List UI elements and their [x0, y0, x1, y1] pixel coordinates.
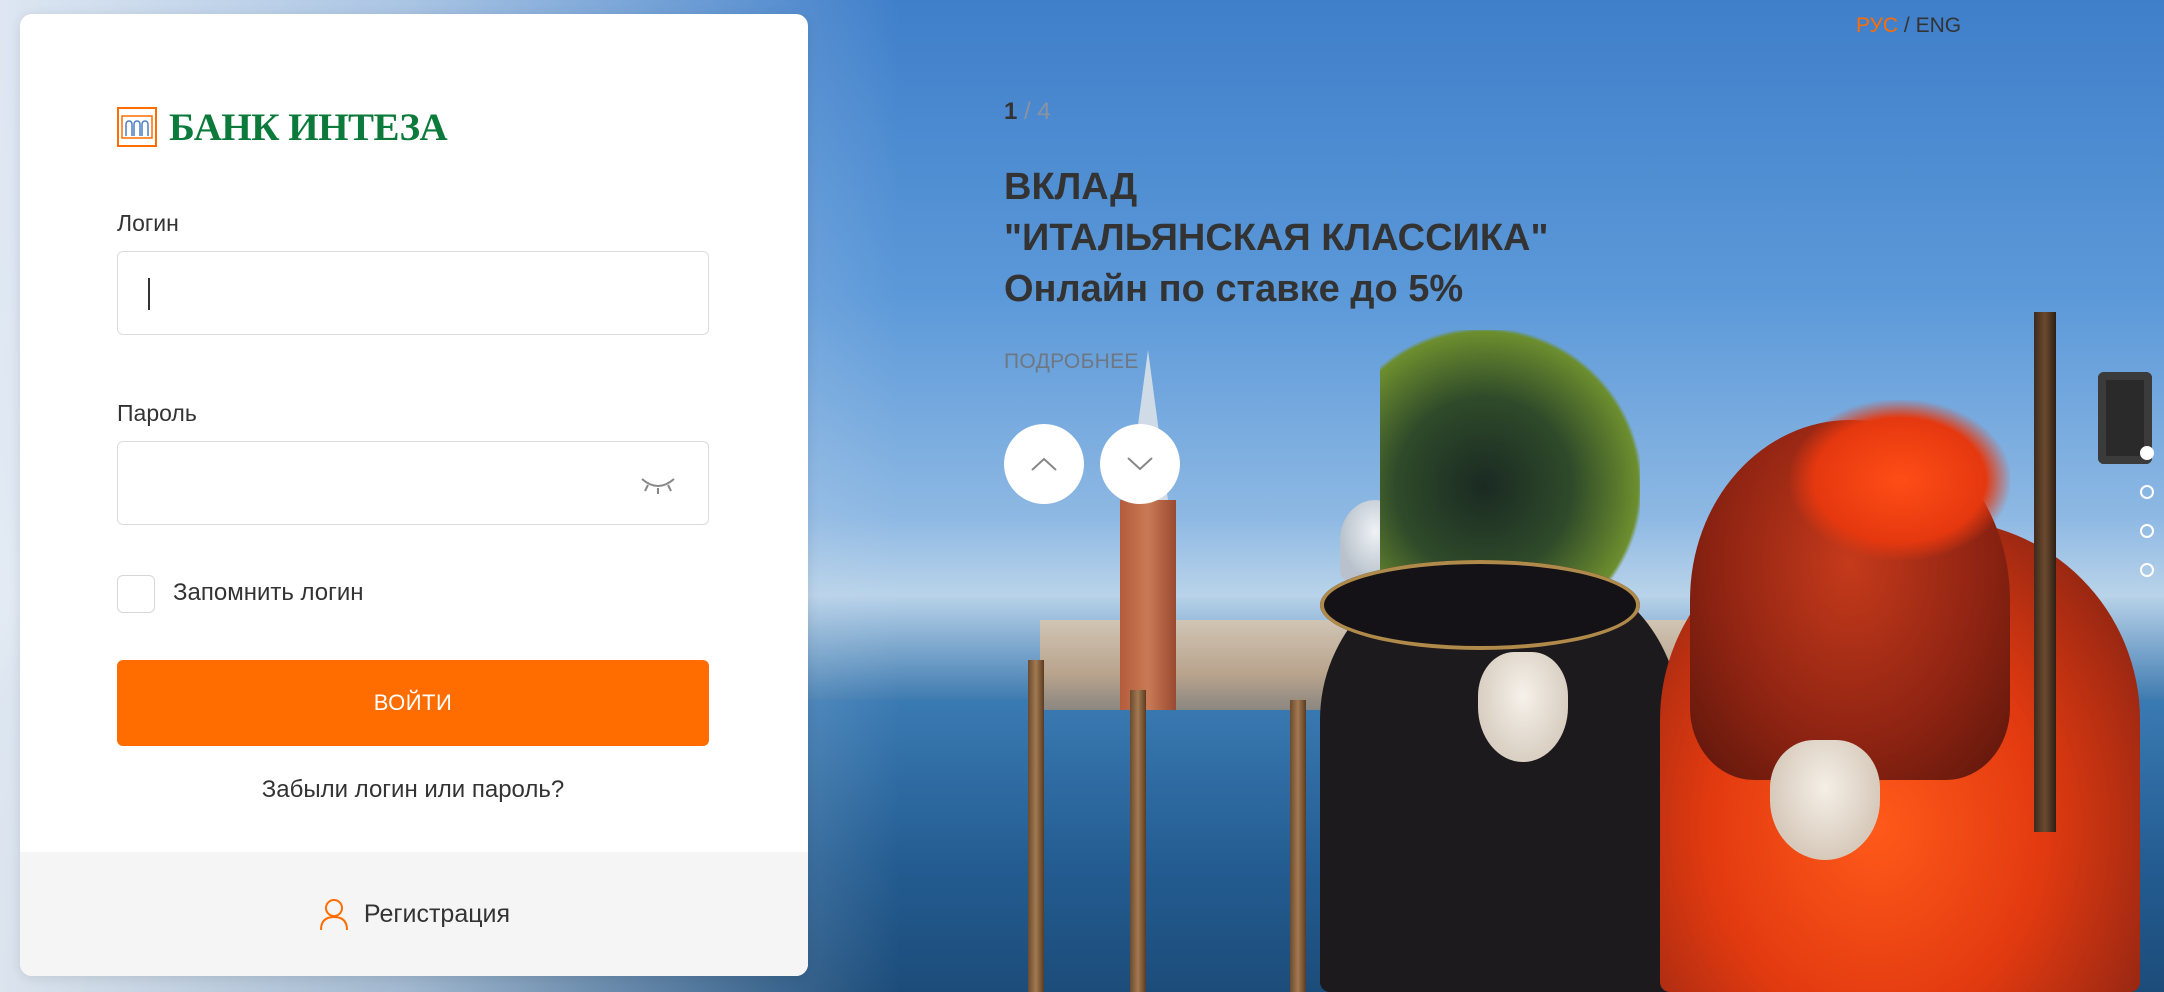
slide-dot-4[interactable]: [2140, 563, 2154, 577]
slide-total: / 4: [1024, 98, 1051, 125]
promo-more-link[interactable]: ПОДРОБНЕЕ: [1004, 350, 1139, 374]
promo-title-line2: "ИТАЛЬЯНСКАЯ КЛАССИКА": [1004, 217, 1549, 259]
chevron-up-icon: [1031, 457, 1057, 471]
language-en-link[interactable]: ENG: [1916, 14, 1962, 37]
forgot-credentials-link[interactable]: Забыли логин или пароль?: [117, 776, 709, 804]
slide-dot-2[interactable]: [2140, 485, 2154, 499]
bell-tower: [1120, 500, 1176, 710]
slider-prev-button[interactable]: [1004, 424, 1084, 504]
registration-bar[interactable]: Регистрация: [20, 852, 808, 976]
user-icon: [319, 899, 348, 931]
mooring-pole: [1130, 690, 1146, 992]
login-card: БАНК ИНТЕЗА Логин Пароль Запомнить логин…: [20, 14, 808, 976]
carnival-mask: [1770, 740, 1880, 860]
slider-next-button[interactable]: [1100, 424, 1180, 504]
language-separator: /: [1903, 14, 1910, 37]
bank-logo-text: БАНК ИНТЕЗА: [169, 105, 448, 149]
password-input[interactable]: [117, 441, 709, 525]
slide-dot-1[interactable]: [2140, 446, 2154, 460]
mooring-pole: [1290, 700, 1306, 992]
slide-dot-3[interactable]: [2140, 524, 2154, 538]
text-cursor: [148, 278, 150, 310]
carnival-mask: [1478, 652, 1568, 762]
bank-logo[interactable]: БАНК ИНТЕЗА: [117, 98, 448, 156]
promo-title-line1: ВКЛАД: [1004, 166, 1138, 208]
language-ru-link[interactable]: РУС: [1856, 14, 1898, 37]
tricorn-hat: [1320, 560, 1640, 650]
slide-current: 1: [1004, 98, 1018, 125]
slide-counter: 1 / 4: [1004, 98, 1051, 126]
mooring-pole: [1028, 660, 1044, 992]
promo-title-line3: Онлайн по ставке до 5%: [1004, 268, 1464, 310]
language-switch: РУС / ENG: [1856, 14, 1961, 38]
registration-link[interactable]: Регистрация: [364, 900, 510, 929]
password-label: Пароль: [117, 400, 197, 426]
remember-login-label[interactable]: Запомнить логин: [173, 579, 364, 607]
remember-login-checkbox[interactable]: [117, 575, 155, 613]
login-input[interactable]: [117, 251, 709, 335]
promo-headline: ВКЛАД "ИТАЛЬЯНСКАЯ КЛАССИКА" Онлайн по с…: [1004, 162, 1804, 315]
red-feathers: [1790, 400, 2010, 560]
feather-plume: [1380, 330, 1640, 590]
chevron-down-icon: [1127, 457, 1153, 471]
street-lamp-post: [2034, 312, 2056, 832]
login-label: Логин: [117, 210, 179, 236]
eye-closed-icon[interactable]: [638, 469, 678, 499]
login-submit-button[interactable]: ВОЙТИ: [117, 660, 709, 746]
bank-logo-icon: [117, 107, 157, 147]
